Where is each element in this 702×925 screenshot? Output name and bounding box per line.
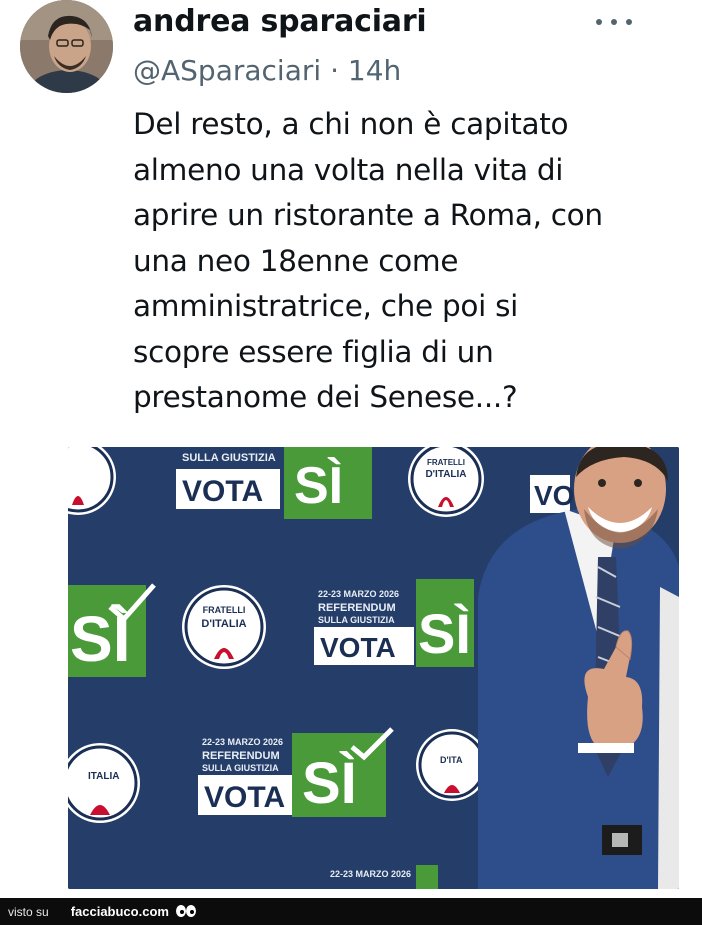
svg-text:SULLA GIUSTIZIA: SULLA GIUSTIZIA xyxy=(202,763,279,773)
fratelli-ditalia-logo: D'ITA xyxy=(416,729,488,801)
svg-text:VOTA: VOTA xyxy=(204,781,285,814)
vota-text: VOTA xyxy=(182,475,263,508)
svg-text:D'ITA: D'ITA xyxy=(440,755,463,765)
tweet-line: una neo 18enne come xyxy=(133,243,459,278)
timestamp[interactable]: 14h xyxy=(348,54,401,87)
svg-text:22-23 MARZO 2026: 22-23 MARZO 2026 xyxy=(202,737,283,747)
vota-si-panel-2: 22-23 MARZO 2026 REFERENDUM SULLA GIUSTI… xyxy=(314,579,474,667)
tweet-photo[interactable]: SULLA GIUSTIZIA VOTA SÌ FRATELLI D'ITALI… xyxy=(68,447,679,889)
more-dot xyxy=(626,19,632,25)
visto-su-label: visto su xyxy=(8,904,49,919)
svg-text:FRATELLI: FRATELLI xyxy=(203,605,246,615)
svg-text:22-23 MARZO 2026: 22-23 MARZO 2026 xyxy=(330,869,411,879)
sulla-giustizia-text: SULLA GIUSTIZIA xyxy=(182,452,276,464)
tweet-line: aprire un ristorante a Roma, con xyxy=(133,198,603,232)
si-panel-left: SÌ xyxy=(68,583,156,677)
handle[interactable]: @ASparaciari xyxy=(133,54,321,87)
eyes-icon xyxy=(175,904,197,919)
avatar[interactable] xyxy=(20,0,113,93)
si-text: SÌ xyxy=(294,457,343,515)
svg-text:ITALIA: ITALIA xyxy=(88,771,119,782)
more-dot xyxy=(611,19,617,25)
svg-text:VOTA: VOTA xyxy=(320,632,396,663)
tweet-text: Del resto, a chi non è capitato almeno u… xyxy=(133,102,693,421)
vota-si-panel-1: SULLA GIUSTIZIA VOTA SÌ xyxy=(176,447,372,519)
site-link[interactable]: facciabuco.com xyxy=(71,904,169,919)
tweet-line: amministratrice, che poi si xyxy=(133,289,519,323)
fratelli-ditalia-logo: FRATELLI D'ITALIA xyxy=(182,585,266,669)
vota-si-panel-edge: VO xyxy=(530,475,574,513)
display-name[interactable]: andrea sparaciari xyxy=(133,4,427,39)
svg-text:REFERENDUM: REFERENDUM xyxy=(318,602,396,614)
tweet-line: scopre essere figlia di un xyxy=(133,334,494,369)
svg-text:22-23 MARZO 2026: 22-23 MARZO 2026 xyxy=(318,589,399,599)
tweet-line: almeno una volta nella vita di xyxy=(133,152,564,187)
ditalia-text: D'ITALIA xyxy=(425,469,466,480)
more-options-button[interactable] xyxy=(594,10,634,34)
svg-text:D'ITALIA: D'ITALIA xyxy=(201,618,246,630)
tweet-line: prestanome dei Senese...? xyxy=(133,380,518,414)
svg-text:VO: VO xyxy=(534,480,574,511)
tweet-line: Del resto, a chi non è capitato xyxy=(133,107,569,141)
more-horizontal-icon xyxy=(596,19,602,25)
svg-text:REFERENDUM: REFERENDUM xyxy=(202,750,280,762)
separator: · xyxy=(330,54,339,87)
svg-text:SÌ: SÌ xyxy=(418,602,471,665)
svg-text:SULLA GIUSTIZIA: SULLA GIUSTIZIA xyxy=(318,615,395,625)
svg-text:SÌ: SÌ xyxy=(302,751,357,816)
watermark-footer: visto su facciabuco.com xyxy=(0,898,702,925)
fratelli-text: FRATELLI xyxy=(427,458,465,467)
handle-and-time: @ASparaciari · 14h xyxy=(133,54,401,87)
